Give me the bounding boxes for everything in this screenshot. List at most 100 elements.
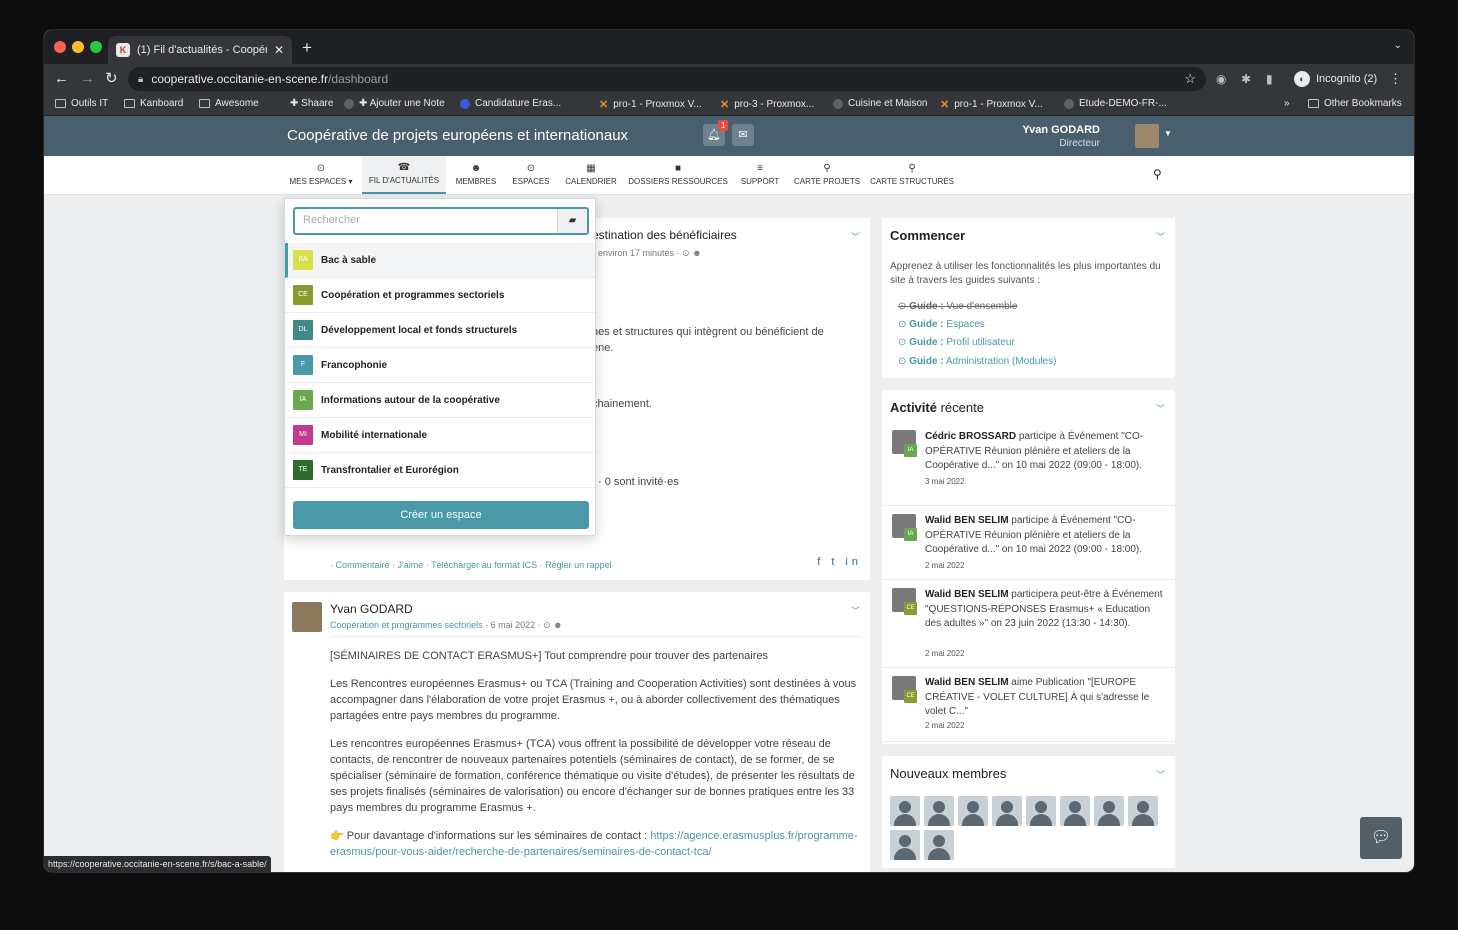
member-avatar[interactable]: [1060, 796, 1090, 826]
bookmark-item[interactable]: ✕ pro-3 - Proxmox...: [720, 98, 814, 111]
chevron-down-icon[interactable]: ﹀: [1156, 402, 1165, 415]
browser-menu-icon[interactable]: ⋮: [1389, 71, 1402, 87]
tab-title: (1) Fil d'actualités - Coopérativ: [137, 44, 267, 56]
search-icon[interactable]: ⚲: [1153, 167, 1162, 181]
member-avatar[interactable]: [958, 796, 988, 826]
nav-mes-espaces[interactable]: ⊙ MES ESPACES ▾: [288, 156, 354, 194]
address-bar[interactable]: 🔒︎ cooperative.occitanie-en-scene.fr/das…: [128, 67, 1206, 91]
space-item-francophonie[interactable]: F Francophonie: [285, 348, 595, 383]
search-input[interactable]: [303, 214, 553, 226]
space-item-transfrontalier[interactable]: TE Transfrontalier et Eurorégion: [285, 453, 595, 488]
reload-icon[interactable]: ↻: [105, 70, 118, 88]
space-item-developpement-local[interactable]: DL Développement local et fonds structur…: [285, 313, 595, 348]
close-window-button[interactable]: [54, 41, 66, 53]
post-space-link[interactable]: Coopération et programmes sectoriels: [330, 620, 483, 630]
other-bookmarks[interactable]: Other Bookmarks: [1308, 98, 1402, 109]
camera-icon[interactable]: ◉: [1216, 72, 1226, 86]
nav-dossiers-ressources[interactable]: ■ DOSSIERS RESSOURCES: [628, 156, 728, 194]
space-item-cooperation[interactable]: CE Coopération et programmes sectoriels: [285, 278, 595, 313]
new-tab-button[interactable]: +: [302, 38, 312, 58]
site-title[interactable]: Coopérative de projets européens et inte…: [287, 127, 628, 144]
nav-calendrier[interactable]: ▦ CALENDRIER: [564, 156, 618, 194]
avatar[interactable]: [1135, 124, 1159, 148]
tab-close-icon[interactable]: ✕: [274, 43, 284, 57]
nav-fil-actualites[interactable]: ☎ FIL D'ACTUALITÉS: [362, 156, 446, 194]
member-avatar[interactable]: [890, 796, 920, 826]
chevron-down-icon[interactable]: ﹀: [851, 604, 860, 617]
bookmark-item[interactable]: Cuisine et Maison: [833, 98, 927, 109]
space-badge: MI: [293, 425, 313, 445]
post-author[interactable]: Yvan GODARD: [330, 602, 413, 616]
create-space-button[interactable]: Créer un espace: [293, 501, 589, 529]
nav-carte-projets[interactable]: ⚲ CARTE PROJETS: [794, 156, 860, 194]
member-avatar[interactable]: [992, 796, 1022, 826]
side-panel-icon[interactable]: ▮: [1266, 72, 1273, 86]
nav-membres[interactable]: ☻ MEMBRES: [454, 156, 498, 194]
member-avatar[interactable]: [1094, 796, 1124, 826]
envelope-icon[interactable]: ✉: [732, 124, 754, 146]
bookmark-item[interactable]: Awesome: [199, 98, 259, 109]
guide-link[interactable]: ⊙ Guide : Espaces: [898, 319, 985, 330]
space-badge: DL: [293, 320, 313, 340]
incognito-indicator[interactable]: ◐ Incognito (2): [1290, 68, 1385, 90]
bookmark-item[interactable]: Kanboard: [124, 98, 183, 109]
chevron-down-icon[interactable]: ﹀: [1156, 768, 1165, 781]
user-name[interactable]: Yvan GODARD: [1022, 124, 1100, 136]
member-avatar[interactable]: [890, 830, 920, 860]
book-icon[interactable]: ▰: [557, 209, 587, 233]
member-avatar[interactable]: [924, 796, 954, 826]
bookmark-item[interactable]: ✕ pro-1 - Proxmox V...: [940, 98, 1043, 111]
forward-icon[interactable]: →: [80, 70, 95, 88]
nav-support[interactable]: ≡ SUPPORT: [738, 156, 782, 194]
space-label: Informations autour de la coopérative: [321, 394, 500, 406]
space-badge: IA: [293, 390, 313, 410]
divider: [330, 636, 862, 637]
bookmark-item[interactable]: Candidature Eras...: [460, 98, 561, 109]
post-meta: environ 17 minutes · ⊙ ☻: [598, 248, 702, 258]
chat-bubble-icon[interactable]: 💬︎: [1360, 817, 1402, 859]
space-badge: F: [293, 355, 313, 375]
maximize-window-button[interactable]: [90, 41, 102, 53]
post-actions[interactable]: · Commentaire · J'aime · Télécharger au …: [330, 560, 612, 570]
member-avatar[interactable]: [924, 830, 954, 860]
browser-tab[interactable]: K (1) Fil d'actualités - Coopérativ ✕: [108, 36, 292, 64]
activity-date: 3 mai 2022: [925, 477, 965, 486]
globe-icon: [833, 98, 843, 109]
space-item-mobilite[interactable]: MI Mobilité internationale: [285, 418, 595, 453]
space-badge: CE: [293, 285, 313, 305]
nav-espaces[interactable]: ⊙ ESPACES: [510, 156, 552, 194]
member-avatar[interactable]: [1128, 796, 1158, 826]
space-label: Coopération et programmes sectoriels: [321, 289, 505, 301]
member-avatar[interactable]: [1026, 796, 1056, 826]
tab-strip: K (1) Fil d'actualités - Coopérativ ✕ + …: [44, 30, 1414, 64]
folder-icon: [199, 99, 210, 108]
bookmark-item[interactable]: ✚ Ajouter une Note: [344, 98, 445, 109]
avatar[interactable]: [292, 602, 322, 632]
nouveaux-membres-card: Nouveaux membres ﹀: [882, 756, 1175, 868]
nav-carte-structures[interactable]: ⚲ CARTE STRUCTURES: [870, 156, 954, 194]
chevron-down-icon[interactable]: ﹀: [1156, 230, 1165, 243]
post-title[interactable]: estination des bénéficiaires: [592, 228, 737, 242]
tab-search-chevron-icon[interactable]: ⌄: [1394, 40, 1402, 51]
guide-link[interactable]: ⊙ Guide : Profil utilisateur: [898, 337, 1015, 348]
back-icon[interactable]: ←: [54, 70, 69, 88]
activity-item: CE Walid BEN SELIM participera peut-être…: [882, 580, 1175, 668]
extensions-puzzle-icon[interactable]: ✱: [1241, 72, 1251, 86]
bookmark-item[interactable]: ✚ Shaare: [290, 98, 333, 109]
bookmark-item[interactable]: Etude-DEMO-FR-...: [1064, 98, 1167, 109]
bookmark-star-icon[interactable]: ☆: [1184, 71, 1196, 87]
bookmark-item[interactable]: Outils IT: [55, 98, 108, 109]
guide-link[interactable]: ⊙ Guide : Vue d'ensemble: [898, 301, 1017, 312]
caret-down-icon[interactable]: ▼: [1164, 129, 1172, 138]
bookmarks-overflow-button[interactable]: »: [1284, 98, 1290, 109]
map-marker-icon: ⚲: [823, 163, 831, 174]
space-item-bac-a-sable[interactable]: BA Bac à sable: [285, 243, 595, 278]
minimize-window-button[interactable]: [72, 41, 84, 53]
share-icons[interactable]: f t in: [817, 556, 862, 568]
space-badge: BA: [293, 250, 313, 270]
guide-link[interactable]: ⊙ Guide : Administration (Modules): [898, 356, 1056, 367]
bookmark-item[interactable]: ✕ pro-1 - Proxmox V...: [599, 98, 702, 111]
users-icon: ☻: [470, 163, 482, 174]
chevron-down-icon[interactable]: ﹀: [851, 230, 860, 243]
space-item-informations[interactable]: IA Informations autour de la coopérative: [285, 383, 595, 418]
